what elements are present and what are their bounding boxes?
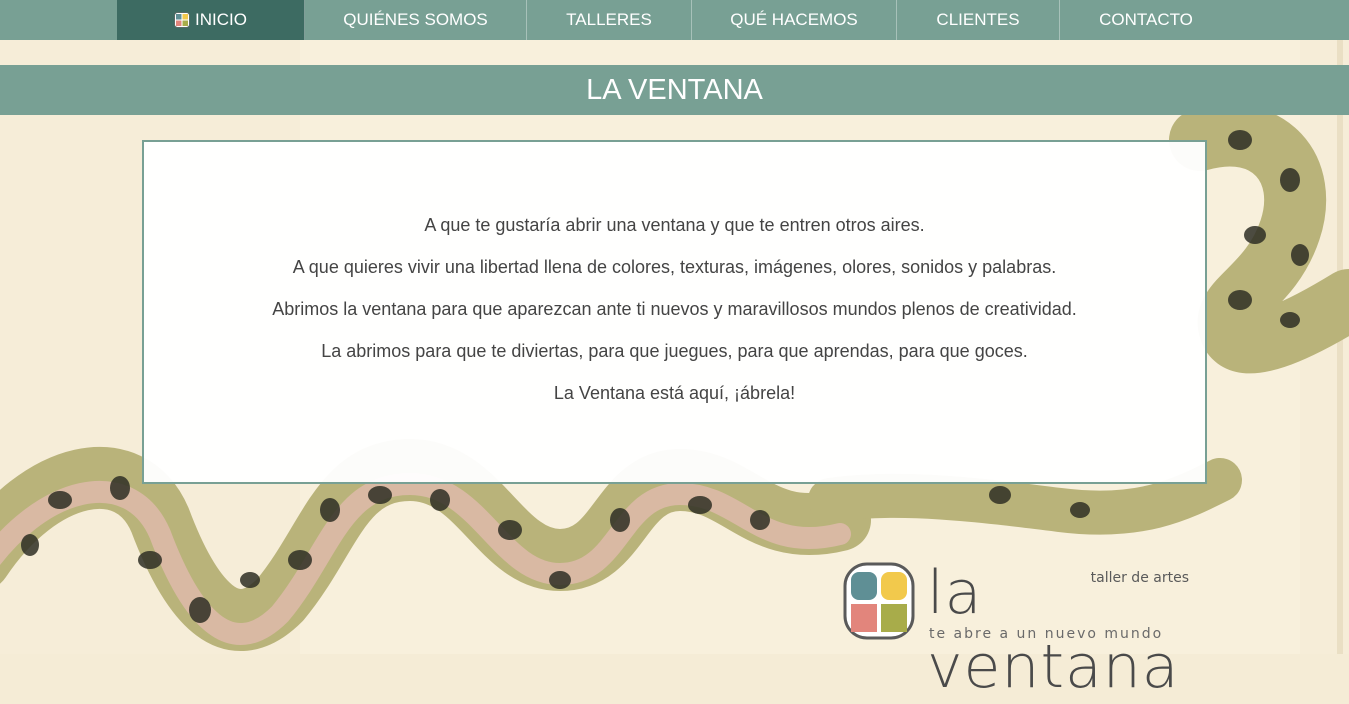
page-title: LA VENTANA	[0, 65, 1349, 115]
intro-line-1: A que te gustaría abrir una ventana y qu…	[424, 215, 925, 235]
logo-tagline-bottom: te abre a un nuevo mundo	[929, 626, 1164, 642]
window-logo-icon	[843, 562, 915, 640]
nav-item-inicio[interactable]: INICIO	[117, 0, 305, 40]
window-icon	[174, 12, 191, 28]
nav-label-talleres: TALLERES	[566, 10, 652, 29]
intro-line-4: La abrimos para que te diviertas, para q…	[321, 341, 1028, 361]
nav-label-clientes: CLIENTES	[936, 10, 1020, 29]
nav-item-que-hacemos[interactable]: QUÉ HACEMOS	[692, 0, 897, 40]
main-navigation: INICIO QUIÉNES SOMOS TALLERES QUÉ HACEMO…	[0, 0, 1349, 40]
intro-line-5: La Ventana está aquí, ¡ábrela!	[553, 383, 796, 403]
nav-label-que-hacemos: QUÉ HACEMOS	[730, 10, 858, 29]
nav-item-talleres[interactable]: TALLERES	[527, 0, 692, 40]
la-ventana-logo: taller de artes la ventana te abre a un …	[843, 558, 1193, 702]
nav-item-quienes-somos[interactable]: QUIÉNES SOMOS	[305, 0, 527, 40]
intro-line-3: Abrimos la ventana para que aparezcan an…	[272, 299, 1077, 319]
nav-item-contacto[interactable]: CONTACTO	[1060, 0, 1232, 40]
nav-item-clientes[interactable]: CLIENTES	[897, 0, 1060, 40]
intro-line-2: A que quieres vivir una libertad llena d…	[292, 257, 1057, 277]
nav-label-contacto: CONTACTO	[1099, 10, 1193, 29]
nav-label-inicio: INICIO	[195, 10, 247, 29]
intro-text-box: A que te gustaría abrir una ventana y qu…	[142, 140, 1207, 484]
nav-label-quienes-somos: QUIÉNES SOMOS	[343, 10, 488, 29]
